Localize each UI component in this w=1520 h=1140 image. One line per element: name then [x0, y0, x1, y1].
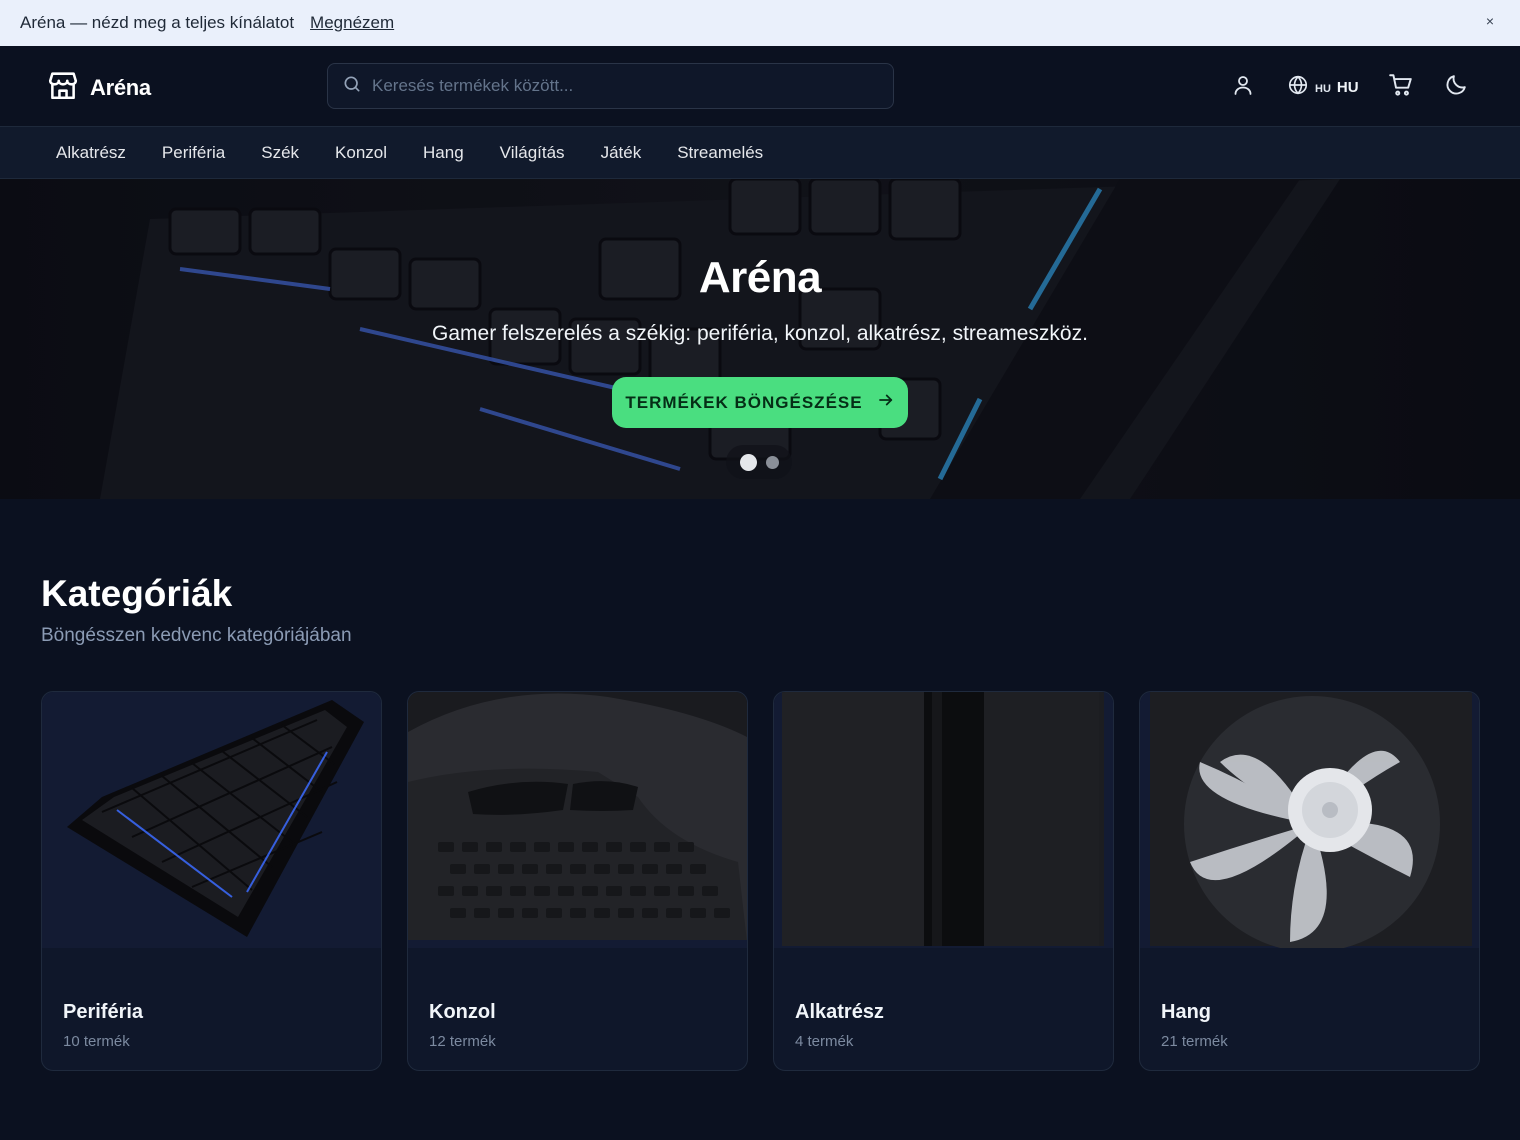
announcement-bar: Aréna — nézd meg a teljes kínálatot Megn…: [0, 0, 1520, 46]
nav-item-vilagitas[interactable]: Világítás: [482, 143, 583, 163]
carousel-dots: [726, 445, 792, 479]
category-card-konzol[interactable]: Konzol 12 termék: [407, 691, 748, 1071]
categories-title: Kategóriák: [41, 573, 233, 614]
nav-item-streameles[interactable]: Streamelés: [659, 143, 781, 163]
nav-item-jatek[interactable]: Játék: [583, 143, 660, 163]
browse-products-label: TERMÉKEK BÖNGÉSZÉSE: [625, 392, 863, 412]
category-image-fan: [1140, 692, 1479, 948]
close-icon[interactable]: ×: [1486, 13, 1494, 29]
hero-banner: Aréna Gamer felszerelés a székig: perifé…: [0, 179, 1520, 499]
nav-item-konzol[interactable]: Konzol: [317, 143, 405, 163]
category-count: 4 termék: [795, 1033, 854, 1050]
language-switcher[interactable]: HU HU: [1287, 74, 1359, 101]
hero-title: Aréna: [698, 253, 822, 302]
arrow-right-icon: [877, 391, 895, 414]
language-code: HU: [1336, 79, 1359, 96]
nav-item-hang[interactable]: Hang: [405, 143, 482, 163]
nav-item-szek[interactable]: Szék: [243, 143, 317, 163]
announcement-text: Aréna — nézd meg a teljes kínálatot: [20, 13, 295, 32]
category-name: Periféria: [63, 1001, 144, 1023]
language-flag-code: HU: [1315, 83, 1331, 95]
category-image-keyboard: [42, 692, 381, 948]
nav-item-periferia[interactable]: Periféria: [144, 143, 243, 163]
category-name: Alkatrész: [795, 1001, 884, 1023]
site-header: Aréna HU HU: [0, 46, 1520, 127]
hero-subtitle: Gamer felszerelés a székig: periféria, k…: [432, 322, 1088, 345]
carousel-dot-2[interactable]: [765, 455, 779, 469]
user-icon[interactable]: [1231, 72, 1255, 103]
category-card-alkatresz[interactable]: Alkatrész 4 termék: [773, 691, 1114, 1071]
carousel-dot-1[interactable]: [739, 453, 757, 471]
cart-icon[interactable]: [1388, 72, 1414, 103]
category-image-case-panel: [774, 692, 1113, 948]
search-box[interactable]: [327, 63, 894, 109]
search-icon: [342, 74, 362, 99]
category-nav: Alkatrész Periféria Szék Konzol Hang Vil…: [0, 127, 1520, 179]
brand-logo[interactable]: Aréna: [46, 68, 151, 107]
category-count: 10 termék: [63, 1033, 130, 1050]
store-icon: [46, 68, 80, 107]
category-count: 21 termék: [1161, 1033, 1228, 1050]
category-image-mouse: [408, 692, 747, 948]
category-name: Hang: [1161, 1001, 1211, 1023]
brand-name: Aréna: [90, 74, 151, 100]
category-name: Konzol: [429, 1001, 496, 1023]
categories-subtitle: Böngésszen kedvenc kategóriájában: [41, 625, 352, 646]
globe-icon: [1287, 74, 1309, 101]
browse-products-button[interactable]: TERMÉKEK BÖNGÉSZÉSE: [612, 377, 908, 428]
moon-icon[interactable]: [1444, 72, 1469, 102]
category-card-hang[interactable]: Hang 21 termék: [1139, 691, 1480, 1071]
category-card-periferia[interactable]: Periféria 10 termék: [41, 691, 382, 1071]
announcement-link[interactable]: Megnézem: [310, 13, 394, 33]
search-input[interactable]: [372, 76, 852, 96]
nav-item-alkatresz[interactable]: Alkatrész: [38, 143, 144, 163]
category-count: 12 termék: [429, 1033, 496, 1050]
